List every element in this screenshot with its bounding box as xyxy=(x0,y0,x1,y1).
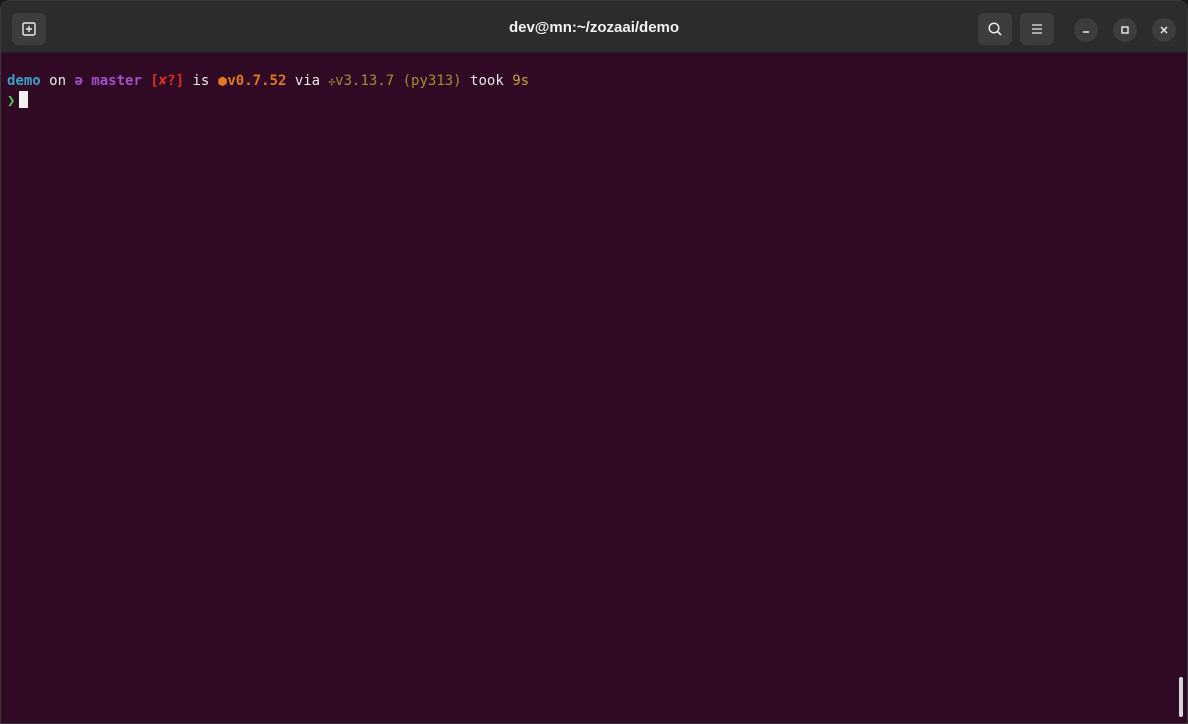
hamburger-menu-icon xyxy=(1032,24,1042,34)
menu-button[interactable] xyxy=(1020,13,1054,45)
titlebar[interactable]: dev@mn:~/zozaai/demo xyxy=(1,1,1187,53)
close-icon xyxy=(1160,26,1168,34)
prompt-symbol: ❯ xyxy=(7,93,16,109)
search-icon xyxy=(988,22,1002,36)
maximize-button[interactable] xyxy=(1113,18,1137,42)
python-version: v3.13.7 (py313) xyxy=(335,73,462,89)
search-button[interactable] xyxy=(978,13,1012,45)
text-cursor xyxy=(19,91,29,108)
scrollbar-thumb[interactable] xyxy=(1179,677,1183,717)
prompt-is-text: is xyxy=(184,73,218,89)
shell-prompt-line: demo on ə master [✘?] is ⬢v0.7.52 via ✣v… xyxy=(7,71,1181,91)
minimize-icon xyxy=(1083,31,1089,33)
git-branch-icon: ə xyxy=(74,73,83,89)
input-line[interactable]: ❯ xyxy=(7,91,1181,111)
prompt-on-text: on xyxy=(40,73,75,89)
git-branch-name: master xyxy=(82,73,142,89)
prompt-took-text: took xyxy=(461,73,513,89)
terminal-window: dev@mn:~/zozaai/demo demo on ə master [✘… xyxy=(0,0,1188,724)
package-version: v0.7.52 xyxy=(227,73,287,89)
command-duration: 9s xyxy=(512,73,530,89)
git-status: [✘?] xyxy=(141,73,185,89)
close-button[interactable] xyxy=(1152,18,1176,42)
maximize-icon xyxy=(1121,26,1129,34)
prompt-via-text: via xyxy=(286,73,329,89)
minimize-button[interactable] xyxy=(1074,18,1098,42)
current-directory: demo xyxy=(7,73,41,89)
package-icon: ⬢ xyxy=(217,75,228,88)
terminal-output[interactable]: demo on ə master [✘?] is ⬢v0.7.52 via ✣v… xyxy=(1,54,1187,723)
